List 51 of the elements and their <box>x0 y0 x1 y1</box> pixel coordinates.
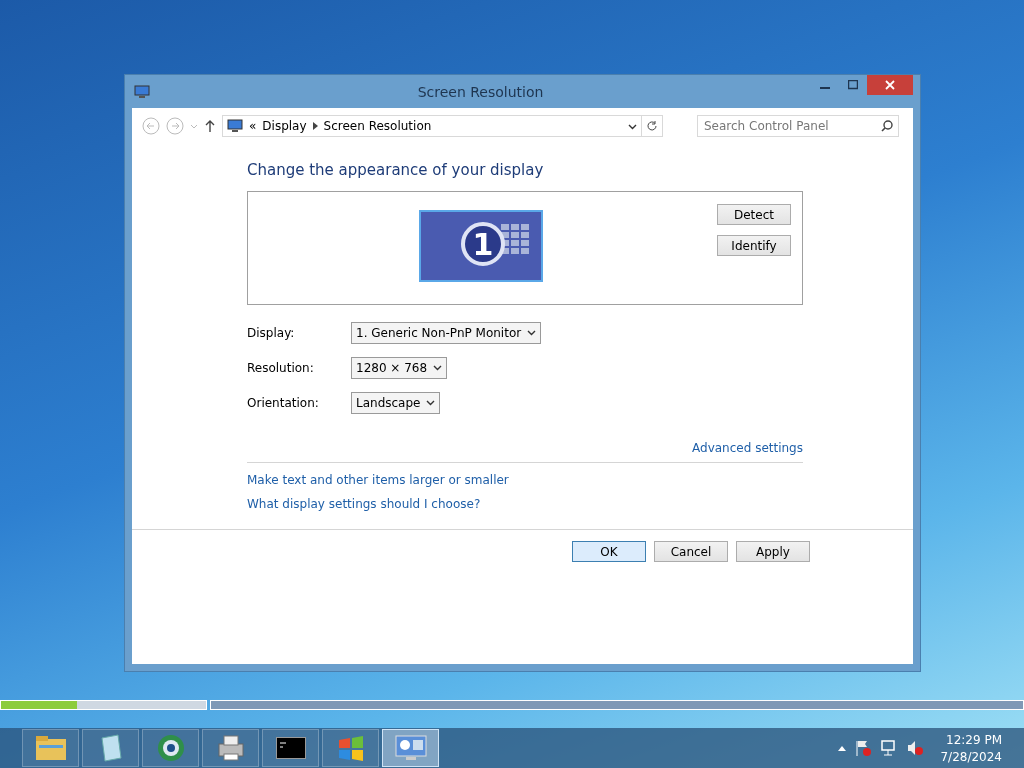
dropdown-caret-icon <box>527 330 537 336</box>
globe-icon <box>155 733 186 763</box>
refresh-button[interactable] <box>641 115 663 137</box>
monitor-tile[interactable]: 1 <box>419 210 543 282</box>
close-button[interactable] <box>867 75 913 95</box>
folder-icon <box>34 735 67 761</box>
refresh-icon <box>646 120 658 132</box>
path-overflow-button[interactable]: « <box>249 119 257 133</box>
dropdown[interactable]: 1. Generic Non-PnP Monitor <box>351 322 542 344</box>
field-label: Resolution: <box>247 361 315 375</box>
dropdown-caret-icon <box>628 124 637 130</box>
maximize-icon <box>848 80 858 90</box>
close-icon <box>885 80 895 90</box>
display-settings-icon <box>394 734 427 762</box>
minimize-icon <box>820 87 830 89</box>
field-label: Orientation: <box>247 396 320 410</box>
clock[interactable]: 12:29 PM 7/28/2024 <box>940 732 1002 764</box>
chevron-up-icon[interactable] <box>838 745 847 751</box>
up-button[interactable] <box>204 119 216 133</box>
speaker-muted-icon[interactable] <box>906 739 925 757</box>
flag-icon[interactable] <box>854 739 873 757</box>
search-field[interactable]: Search Control Panel <box>697 115 899 137</box>
breadcrumb-item[interactable]: Display <box>262 119 307 133</box>
clock-date: 7/28/2024 <box>940 749 1002 764</box>
clock-time: 12:29 PM <box>946 732 1002 747</box>
chevron-right-icon <box>312 122 318 130</box>
breadcrumb-item[interactable]: Screen Resolution <box>323 119 432 133</box>
dropdown[interactable]: Landscape <box>351 392 441 414</box>
printer-icon <box>215 734 246 762</box>
taskbar-app-button[interactable] <box>382 729 439 767</box>
dropdown-caret-icon <box>426 400 436 406</box>
dialog-button[interactable]: Cancel <box>654 541 728 562</box>
help-link[interactable]: What display settings should I choose? <box>247 497 481 511</box>
field-label: Display: <box>247 326 296 340</box>
monitor-icon <box>227 119 243 133</box>
windows-logo-icon <box>336 734 365 762</box>
panel-button[interactable]: Detect <box>717 204 791 225</box>
window-title: Screen Resolution <box>416 83 545 100</box>
dialog-button[interactable]: Apply <box>736 541 810 562</box>
dropdown[interactable]: 1280 × 768 <box>351 357 448 379</box>
search-icon <box>881 120 893 132</box>
terminal-icon <box>275 737 306 759</box>
address-bar[interactable]: « Display Screen Resolution <box>222 115 642 137</box>
advanced-settings-link[interactable]: Advanced settings <box>692 441 803 455</box>
dropdown-caret-icon <box>433 365 443 371</box>
monitor-icon <box>134 84 150 99</box>
panel-button[interactable]: Identify <box>717 235 791 256</box>
dialog-button[interactable]: OK <box>572 541 646 562</box>
page-heading: Change the appearance of your display <box>247 161 545 179</box>
help-link[interactable]: Make text and other items larger or smaller <box>247 473 509 487</box>
display-number: 1 <box>461 222 505 266</box>
